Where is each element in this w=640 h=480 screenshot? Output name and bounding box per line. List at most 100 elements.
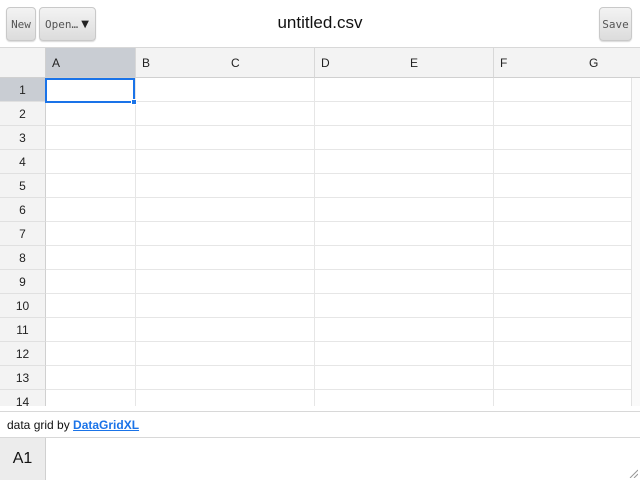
cell-a1[interactable]: [46, 78, 136, 102]
column-header-e[interactable]: E: [404, 48, 494, 78]
cell-a7[interactable]: [46, 222, 136, 246]
cell-b10[interactable]: [136, 294, 226, 318]
open-dropdown-button[interactable]: Open… ▼: [39, 7, 96, 41]
cell-d1[interactable]: [315, 78, 405, 102]
column-header-c[interactable]: C: [225, 48, 315, 78]
cell-b1[interactable]: [136, 78, 226, 102]
row-header-8[interactable]: 8: [0, 246, 46, 270]
cell-b12[interactable]: [136, 342, 226, 366]
cell-a13[interactable]: [46, 366, 136, 390]
cell-f3[interactable]: [494, 126, 584, 150]
cell-c8[interactable]: [225, 246, 315, 270]
cell-b4[interactable]: [136, 150, 226, 174]
cell-d8[interactable]: [315, 246, 405, 270]
row-header-6[interactable]: 6: [0, 198, 46, 222]
cell-f1[interactable]: [494, 78, 584, 102]
new-button[interactable]: New: [6, 7, 36, 41]
row-header-7[interactable]: 7: [0, 222, 46, 246]
cell-e4[interactable]: [404, 150, 494, 174]
column-header-a[interactable]: A: [46, 48, 136, 78]
cell-d12[interactable]: [315, 342, 405, 366]
column-header-f[interactable]: F: [494, 48, 584, 78]
cell-b5[interactable]: [136, 174, 226, 198]
cell-a5[interactable]: [46, 174, 136, 198]
cell-b7[interactable]: [136, 222, 226, 246]
row-header-14[interactable]: 14: [0, 390, 46, 406]
row-header-12[interactable]: 12: [0, 342, 46, 366]
cell-f9[interactable]: [494, 270, 584, 294]
cell-a8[interactable]: [46, 246, 136, 270]
cell-e11[interactable]: [404, 318, 494, 342]
fill-handle[interactable]: [131, 99, 137, 105]
cell-f13[interactable]: [494, 366, 584, 390]
cell-b9[interactable]: [136, 270, 226, 294]
cell-d7[interactable]: [315, 222, 405, 246]
cell-b14[interactable]: [136, 390, 226, 406]
save-button[interactable]: Save: [599, 7, 632, 41]
resize-grip-icon[interactable]: [628, 468, 638, 478]
data-grid[interactable]: A B C D E F G 1 2 3 4 5 6 7 8 9 10 11 12 13 14: [0, 48, 640, 406]
cell-a9[interactable]: [46, 270, 136, 294]
cell-a11[interactable]: [46, 318, 136, 342]
row-header-1[interactable]: 1: [0, 78, 46, 102]
cell-c11[interactable]: [225, 318, 315, 342]
cell-a14[interactable]: [46, 390, 136, 406]
cell-d5[interactable]: [315, 174, 405, 198]
cell-b8[interactable]: [136, 246, 226, 270]
cell-a6[interactable]: [46, 198, 136, 222]
cell-e13[interactable]: [404, 366, 494, 390]
cell-e14[interactable]: [404, 390, 494, 406]
datagridxl-link[interactable]: DataGridXL: [73, 418, 139, 432]
cell-a3[interactable]: [46, 126, 136, 150]
cell-d14[interactable]: [315, 390, 405, 406]
cell-c2[interactable]: [225, 102, 315, 126]
cell-d6[interactable]: [315, 198, 405, 222]
cell-e8[interactable]: [404, 246, 494, 270]
cell-f6[interactable]: [494, 198, 584, 222]
cell-f12[interactable]: [494, 342, 584, 366]
cell-c3[interactable]: [225, 126, 315, 150]
cell-b11[interactable]: [136, 318, 226, 342]
cell-c1[interactable]: [225, 78, 315, 102]
column-header-b[interactable]: B: [136, 48, 226, 78]
cell-c12[interactable]: [225, 342, 315, 366]
cell-a12[interactable]: [46, 342, 136, 366]
cell-c6[interactable]: [225, 198, 315, 222]
cell-b2[interactable]: [136, 102, 226, 126]
cell-e9[interactable]: [404, 270, 494, 294]
cell-e3[interactable]: [404, 126, 494, 150]
cell-f5[interactable]: [494, 174, 584, 198]
column-header-d[interactable]: D: [315, 48, 405, 78]
row-header-3[interactable]: 3: [0, 126, 46, 150]
cell-f11[interactable]: [494, 318, 584, 342]
cell-f4[interactable]: [494, 150, 584, 174]
cell-f10[interactable]: [494, 294, 584, 318]
formula-input[interactable]: [46, 438, 640, 480]
cell-a2[interactable]: [46, 102, 136, 126]
row-header-4[interactable]: 4: [0, 150, 46, 174]
cell-e5[interactable]: [404, 174, 494, 198]
row-header-11[interactable]: 11: [0, 318, 46, 342]
cell-d2[interactable]: [315, 102, 405, 126]
cell-b6[interactable]: [136, 198, 226, 222]
column-header-g[interactable]: G: [583, 48, 640, 78]
select-all-corner[interactable]: [0, 48, 46, 78]
cell-e1[interactable]: [404, 78, 494, 102]
cell-e2[interactable]: [404, 102, 494, 126]
cell-a4[interactable]: [46, 150, 136, 174]
cell-c5[interactable]: [225, 174, 315, 198]
cell-f2[interactable]: [494, 102, 584, 126]
vertical-scrollbar[interactable]: [631, 78, 640, 406]
cell-d13[interactable]: [315, 366, 405, 390]
cell-b3[interactable]: [136, 126, 226, 150]
cell-f14[interactable]: [494, 390, 584, 406]
row-header-9[interactable]: 9: [0, 270, 46, 294]
cell-f7[interactable]: [494, 222, 584, 246]
cell-f8[interactable]: [494, 246, 584, 270]
cell-c14[interactable]: [225, 390, 315, 406]
row-header-10[interactable]: 10: [0, 294, 46, 318]
cell-c13[interactable]: [225, 366, 315, 390]
row-header-2[interactable]: 2: [0, 102, 46, 126]
row-header-5[interactable]: 5: [0, 174, 46, 198]
cell-d10[interactable]: [315, 294, 405, 318]
